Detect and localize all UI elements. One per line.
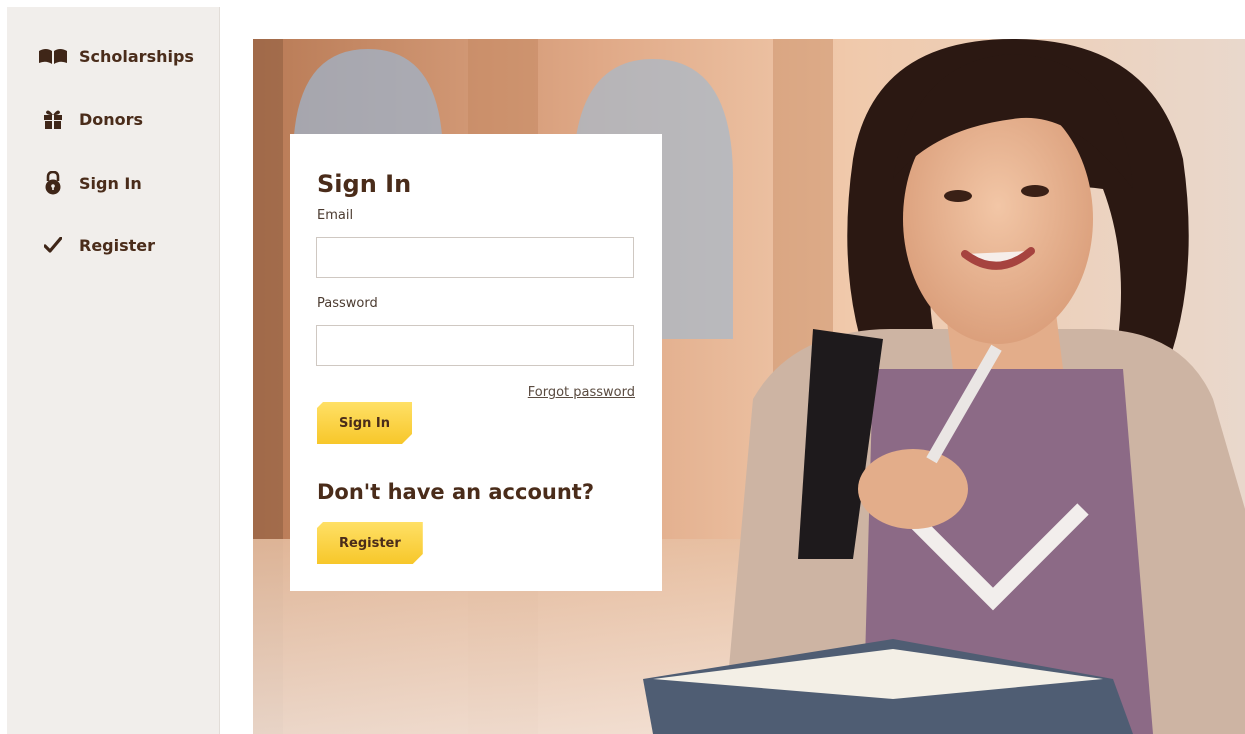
open-book-icon xyxy=(35,44,71,68)
sidebar-item-sign-in[interactable]: Sign In xyxy=(7,163,219,203)
sidebar: Scholarships Donors Sign In Register xyxy=(7,7,220,734)
sidebar-item-register[interactable]: Register xyxy=(7,225,219,265)
register-button[interactable]: Register xyxy=(317,522,423,564)
sidebar-item-scholarships[interactable]: Scholarships xyxy=(7,36,219,76)
lock-icon xyxy=(35,171,71,195)
email-field[interactable] xyxy=(316,237,634,278)
checkmark-icon xyxy=(35,233,71,257)
sidebar-item-label: Register xyxy=(79,235,156,255)
gift-icon xyxy=(35,107,71,131)
email-label: Email xyxy=(317,208,354,223)
sign-in-title: Sign In xyxy=(317,170,412,198)
password-label: Password xyxy=(317,296,378,311)
sidebar-item-donors[interactable]: Donors xyxy=(7,99,219,139)
password-field[interactable] xyxy=(316,325,634,366)
sidebar-item-label: Scholarships xyxy=(79,46,194,66)
sidebar-item-label: Donors xyxy=(79,109,144,129)
no-account-heading: Don't have an account? xyxy=(317,480,594,504)
sidebar-item-label: Sign In xyxy=(79,173,142,193)
sign-in-button[interactable]: Sign In xyxy=(317,402,412,444)
sign-in-card: Sign In Email Password Forgot password S… xyxy=(290,134,662,591)
forgot-password-link[interactable]: Forgot password xyxy=(528,385,635,400)
